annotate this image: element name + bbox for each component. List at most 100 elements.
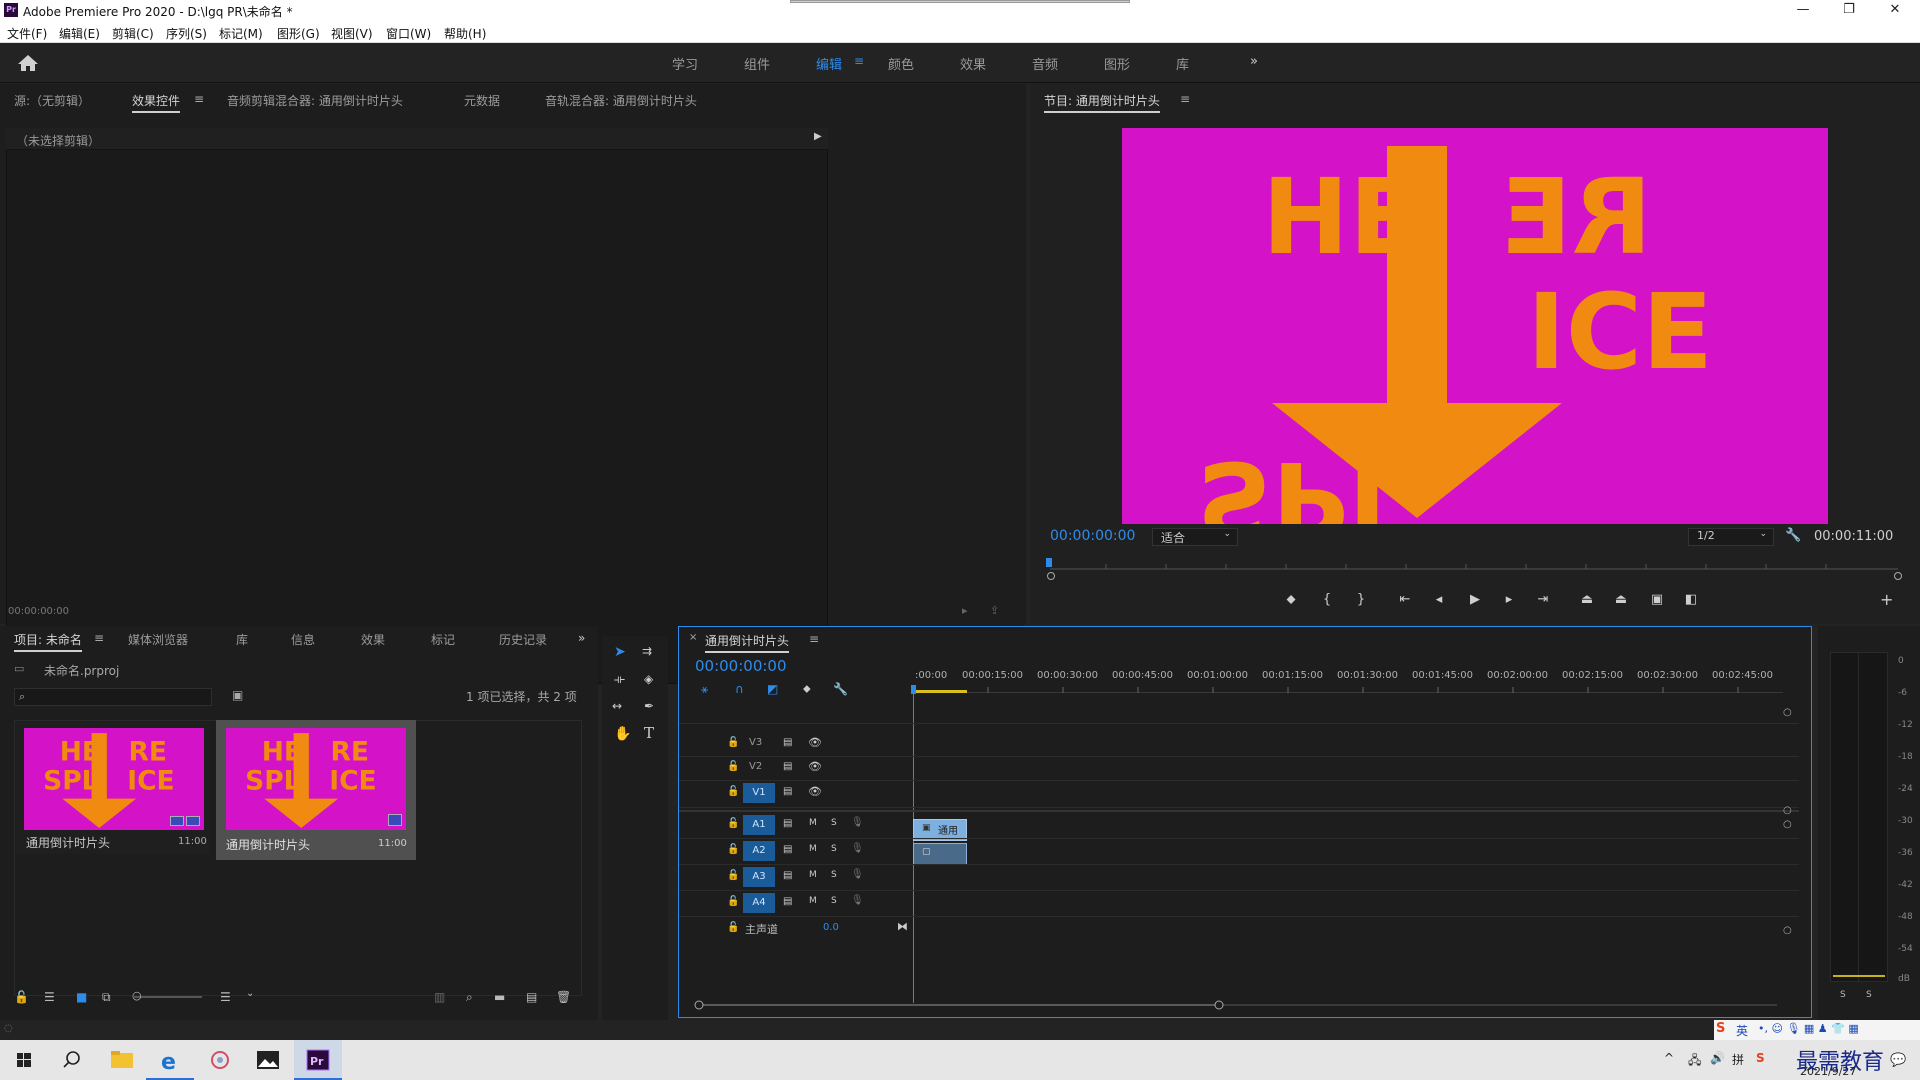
track-label-a3[interactable]: A3: [743, 867, 775, 887]
new-bin-icon[interactable]: ▬: [494, 990, 505, 1004]
find-icon[interactable]: ⌕: [466, 990, 473, 1005]
panel-menu-icon[interactable]: ≡: [1180, 92, 1190, 106]
go-to-end-icon[interactable]: ⧓: [897, 920, 908, 933]
mark-in-icon[interactable]: {: [1316, 592, 1338, 607]
timeline-settings-icon[interactable]: 🔧: [833, 682, 848, 696]
project-item[interactable]: HE RE SPL ICE 通用倒计时片头 11:00: [16, 722, 210, 854]
workspace-assembly[interactable]: 组件: [744, 54, 770, 73]
close-sequence-icon[interactable]: ×: [689, 632, 697, 643]
lock-icon[interactable]: 🔓: [727, 870, 739, 881]
more-workspaces-icon[interactable]: »: [1250, 54, 1258, 69]
ime-mode-icon[interactable]: 拼: [1732, 1051, 1744, 1068]
step-back-icon[interactable]: ◂: [1428, 592, 1450, 607]
scroll-handle-bottom[interactable]: ○: [1783, 925, 1792, 936]
add-marker-icon[interactable]: ⬥: [803, 682, 811, 696]
hand-tool-icon[interactable]: ✋: [614, 726, 631, 742]
scroll-handle-mid-b[interactable]: ○: [1783, 819, 1792, 830]
lock-icon[interactable]: 🔓: [727, 818, 739, 829]
list-view-icon[interactable]: ☰: [44, 990, 55, 1004]
mute-button[interactable]: M: [809, 818, 817, 828]
master-volume-value[interactable]: 0.0: [823, 922, 839, 933]
freeform-view-icon[interactable]: ⧉: [102, 990, 111, 1005]
timeline-timecode[interactable]: 00:00:00:00: [695, 657, 787, 675]
trash-icon[interactable]: 🗑: [556, 990, 571, 1004]
more-tabs-icon[interactable]: »: [578, 631, 585, 645]
menu-view[interactable]: 视图(V): [331, 25, 373, 42]
type-tool-icon[interactable]: T: [644, 724, 654, 742]
razor-tool-icon[interactable]: ◈: [644, 672, 653, 686]
tab-effects[interactable]: 效果: [361, 631, 385, 648]
snipping-tool-icon[interactable]: [196, 1040, 244, 1080]
notification-center-icon[interactable]: 💬: [1890, 1053, 1906, 1068]
workspace-menu-icon[interactable]: ≡: [854, 54, 864, 68]
track-label-v2[interactable]: V2: [749, 761, 762, 772]
solo-button[interactable]: S: [831, 844, 837, 854]
tab-project[interactable]: 项目: 未命名: [14, 631, 82, 652]
zoom-select[interactable]: 适合 ⌄: [1152, 528, 1238, 546]
settings-wrench-icon[interactable]: 🔧: [1785, 528, 1801, 543]
sequence-tab[interactable]: 通用倒计时片头: [705, 632, 790, 653]
filter-icon[interactable]: ▸: [962, 604, 968, 617]
sync-lock-icon[interactable]: ▤: [783, 896, 792, 907]
network-icon[interactable]: 🖧: [1688, 1051, 1701, 1072]
search-icon[interactable]: [48, 1040, 96, 1080]
lock-icon[interactable]: 🔓: [727, 737, 739, 748]
panel-menu-icon[interactable]: ≡: [194, 92, 204, 106]
new-search-bin-icon[interactable]: ▣: [232, 688, 243, 702]
home-icon[interactable]: [16, 53, 40, 73]
mute-button[interactable]: M: [809, 870, 817, 880]
lift-icon[interactable]: ⏏: [1576, 592, 1598, 607]
workspace-editing[interactable]: 编辑: [816, 54, 842, 73]
project-search-input[interactable]: ⌕: [14, 688, 212, 706]
solo-right-button[interactable]: S: [1866, 990, 1872, 1000]
sync-lock-icon[interactable]: ▤: [783, 786, 792, 797]
microphone-icon[interactable]: 🎙: [851, 895, 864, 906]
photos-app-icon[interactable]: [244, 1040, 292, 1080]
solo-button[interactable]: S: [831, 870, 837, 880]
tab-audio-clip-mixer[interactable]: 音频剪辑混合器: 通用倒计时片头: [227, 92, 403, 109]
slip-tool-icon[interactable]: ↔: [612, 699, 622, 713]
panel-menu-icon[interactable]: ≡: [809, 632, 819, 646]
comparison-view-icon[interactable]: ◧: [1680, 592, 1702, 607]
linked-selection-icon[interactable]: ◩: [767, 682, 778, 696]
selection-tool-icon[interactable]: ➤: [614, 644, 626, 660]
menu-window[interactable]: 窗口(W): [386, 25, 431, 42]
workspace-audio[interactable]: 音频: [1032, 54, 1058, 73]
eye-icon[interactable]: 👁: [808, 760, 822, 773]
sogou-icon[interactable]: S: [1716, 1021, 1725, 1036]
button-editor-plus-icon[interactable]: +: [1880, 590, 1893, 609]
minimize-button[interactable]: —: [1780, 0, 1826, 22]
microphone-icon[interactable]: 🎙: [851, 869, 864, 880]
export-icon[interactable]: ⇪: [990, 604, 999, 617]
program-video-frame[interactable]: HE RE SPL ICE: [1122, 128, 1828, 524]
program-scrub-bar[interactable]: [1046, 558, 1902, 580]
play-icon[interactable]: ▶: [1464, 592, 1486, 607]
tab-history[interactable]: 历史记录: [499, 631, 547, 648]
project-item-selected[interactable]: HE RE SPL ICE 通用倒计时片头 11:00: [216, 720, 416, 860]
lock-icon[interactable]: 🔓: [727, 786, 739, 797]
time-ruler[interactable]: [913, 685, 1783, 693]
close-button[interactable]: ✕: [1872, 0, 1918, 22]
solo-left-button[interactable]: S: [1840, 990, 1846, 1000]
lock-icon[interactable]: 🔓: [14, 990, 29, 1004]
workspace-libraries[interactable]: 库: [1176, 54, 1189, 73]
microphone-icon[interactable]: 🎙: [851, 843, 864, 854]
mute-button[interactable]: M: [809, 896, 817, 906]
ime-language[interactable]: 英: [1736, 1022, 1748, 1039]
scroll-handle-top[interactable]: ○: [1783, 707, 1792, 718]
extract-icon[interactable]: ⏏: [1610, 592, 1632, 607]
maximize-button[interactable]: ❐: [1826, 0, 1872, 22]
ime-tools-icons[interactable]: •, ☺ 🎙 ▦ ♟ 👕 ▦: [1758, 1022, 1859, 1035]
solo-button[interactable]: S: [831, 896, 837, 906]
track-label-v1[interactable]: V1: [743, 783, 775, 803]
audio-clip[interactable]: ▢: [913, 843, 967, 865]
timeline-zoom-scrollbar[interactable]: [693, 999, 1783, 1011]
track-label-v3[interactable]: V3: [749, 737, 762, 748]
menu-graphics[interactable]: 图形(G): [277, 25, 320, 42]
go-to-out-icon[interactable]: ⇥: [1532, 592, 1554, 607]
start-windows-icon[interactable]: [0, 1040, 48, 1080]
eye-icon[interactable]: 👁: [808, 785, 822, 798]
tab-effect-controls[interactable]: 效果控件: [132, 92, 181, 113]
mute-button[interactable]: M: [809, 844, 817, 854]
automate-to-sequence-icon[interactable]: ▥: [434, 990, 445, 1004]
